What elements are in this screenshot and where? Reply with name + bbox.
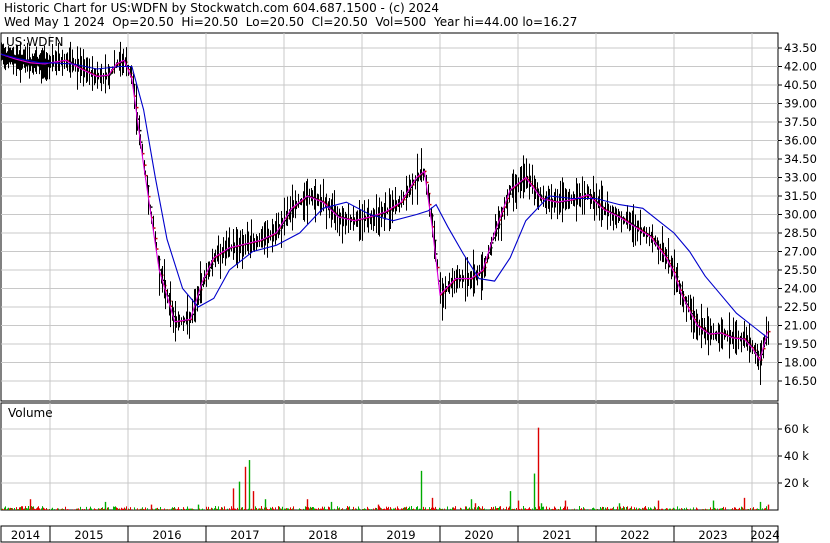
price-tick-label: 42.00 — [784, 60, 817, 74]
price-tick-label: 27.00 — [784, 245, 817, 259]
price-tick-label: 21.00 — [784, 319, 817, 333]
volume-label: Volume — [8, 406, 53, 420]
price-tick-label: 31.50 — [784, 189, 817, 203]
year-label: 2017 — [230, 528, 259, 542]
price-tick-label: 19.50 — [784, 337, 817, 351]
price-tick-label: 39.00 — [784, 97, 817, 111]
year-label: 2022 — [620, 528, 649, 542]
year-label: 2014 — [11, 528, 40, 542]
price-tick-label: 22.50 — [784, 300, 817, 314]
volume-tick-label: 20 k — [784, 476, 809, 490]
price-tick-label: 33.00 — [784, 171, 817, 185]
price-tick-label: 37.50 — [784, 115, 817, 129]
year-label: 2019 — [386, 528, 415, 542]
price-axis: 43.50 42.00 40.50 39.00 37.50 36.00 34.50 33.00… — [778, 41, 817, 388]
year-label: 2023 — [698, 528, 727, 542]
price-tick-label: 30.00 — [784, 208, 817, 222]
price-tick-label: 16.50 — [784, 374, 817, 388]
year-label: 2015 — [74, 528, 103, 542]
price-tick-label: 24.00 — [784, 282, 817, 296]
year-label: 2020 — [464, 528, 493, 542]
volume-axis: 60 k 40 k 20 k — [778, 422, 809, 490]
price-tick-label: 43.50 — [784, 41, 817, 55]
year-label: 2018 — [308, 528, 337, 542]
price-tick-label: 34.50 — [784, 152, 817, 166]
price-tick-label: 40.50 — [784, 78, 817, 92]
price-tick-label: 25.50 — [784, 263, 817, 277]
price-tick-label: 28.50 — [784, 226, 817, 240]
volume-tick-label: 40 k — [784, 449, 809, 463]
year-label: 2024 — [750, 528, 779, 542]
volume-tick-label: 60 k — [784, 422, 809, 436]
price-volume-chart: 43.50 42.00 40.50 39.00 37.50 36.00 34.50 33.00… — [0, 32, 817, 543]
year-label: 2021 — [542, 528, 571, 542]
symbol-label: US:WDFN — [6, 35, 63, 49]
price-tick-label: 18.00 — [784, 356, 817, 370]
year-label: 2016 — [152, 528, 181, 542]
price-tick-label: 36.00 — [784, 134, 817, 148]
